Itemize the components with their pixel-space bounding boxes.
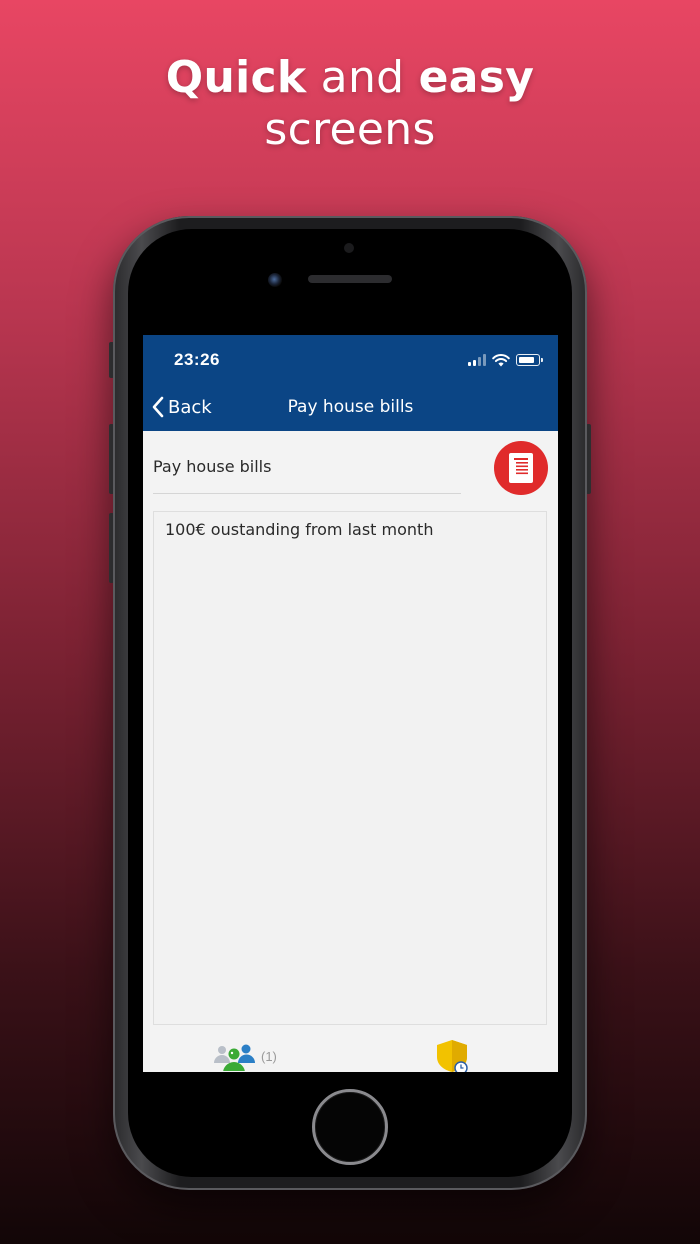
- cellular-signal-icon: [468, 354, 486, 366]
- tab-people[interactable]: (1): [213, 1041, 277, 1071]
- document-button[interactable]: [494, 441, 548, 495]
- status-time: 23:26: [174, 350, 220, 369]
- headline-line-2: screens: [264, 104, 436, 155]
- headline-word-quick: Quick: [165, 52, 307, 103]
- headline-word-and: and: [306, 52, 419, 103]
- navigation-bar: 23:26 Back Pay house bills: [143, 335, 558, 431]
- people-count: (1): [261, 1048, 277, 1064]
- tab-protection[interactable]: [435, 1039, 469, 1072]
- task-title-field[interactable]: Pay house bills: [153, 457, 271, 476]
- earpiece-speaker: [308, 275, 392, 283]
- proximity-sensor: [344, 243, 354, 253]
- title-divider: [153, 493, 461, 494]
- battery-icon: [516, 354, 543, 366]
- people-group-icon: [214, 1044, 255, 1071]
- shield-clock-icon: [437, 1040, 468, 1072]
- document-icon: [509, 453, 533, 483]
- page-title: Pay house bills: [287, 397, 414, 417]
- home-button[interactable]: [312, 1089, 388, 1165]
- notes-textarea[interactable]: 100€ oustanding from last month: [153, 511, 547, 1025]
- headline-word-easy: easy: [418, 52, 535, 103]
- headline-line-1: Quick and easy: [0, 52, 700, 104]
- wifi-icon: [492, 353, 510, 366]
- task-detail: Pay house bills 100€ oustanding from las…: [143, 431, 558, 1072]
- marketing-headline: Quick and easy screens: [0, 52, 700, 156]
- app-screen: 23:26 Back Pay house bills Pay house bil…: [143, 335, 558, 1072]
- bottom-tab-bar: (1): [143, 1035, 558, 1072]
- front-camera: [268, 273, 282, 287]
- status-icons: [468, 353, 543, 367]
